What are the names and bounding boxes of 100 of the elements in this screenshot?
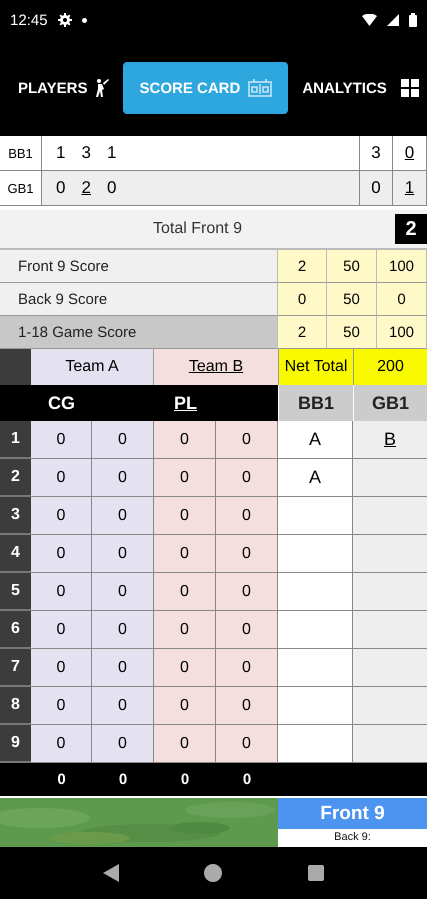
result-cell[interactable] xyxy=(353,687,427,725)
result-cell[interactable]: B xyxy=(353,421,427,459)
result-cell[interactable] xyxy=(278,535,353,573)
result-cell[interactable]: A xyxy=(278,421,353,459)
score-cell: 0 xyxy=(92,497,154,535)
hole-number: 8 xyxy=(0,687,31,725)
total-value: 2 xyxy=(395,214,427,244)
score-cell: 0 xyxy=(216,497,278,535)
score-cell: 0 xyxy=(92,535,154,573)
tab[interactable]: ANALYTICS xyxy=(294,62,395,114)
score-cell: 0 xyxy=(31,459,92,497)
recents-icon[interactable] xyxy=(308,865,324,881)
signal-icon xyxy=(387,14,399,26)
battery-icon xyxy=(409,13,417,27)
score-cell: 0 xyxy=(154,497,216,535)
total-cell: 0 xyxy=(92,763,154,796)
total-value: 3 xyxy=(360,136,393,170)
result-cell[interactable] xyxy=(353,497,427,535)
score-cell: 0 xyxy=(31,725,92,763)
score-cell: 0 xyxy=(31,649,92,687)
result-cell[interactable] xyxy=(278,649,353,687)
hole-number: 6 xyxy=(0,611,31,649)
score-cell: 0 xyxy=(216,459,278,497)
result-cell[interactable] xyxy=(278,725,353,763)
stroke-value: 1 xyxy=(56,143,66,163)
score-cell: 0 xyxy=(31,497,92,535)
tab[interactable]: PLAYERS xyxy=(10,62,118,114)
hole-number: 1 xyxy=(0,421,31,459)
score-cell: 0 xyxy=(216,573,278,611)
hole-number: 9 xyxy=(0,725,31,763)
summary-label: Front 9 Score xyxy=(0,250,278,283)
total-label: Total Front 9 xyxy=(152,220,243,238)
result-cell[interactable]: A xyxy=(278,459,353,497)
score-cell: 0 xyxy=(216,535,278,573)
score-cell: 0 xyxy=(154,573,216,611)
score-cell: 0 xyxy=(92,649,154,687)
summary-cell: 2 xyxy=(278,250,327,283)
result-cell[interactable] xyxy=(353,611,427,649)
score-cell: 0 xyxy=(154,421,216,459)
dot-icon xyxy=(82,18,87,22)
golfer-icon xyxy=(95,78,110,98)
total-cell: 0 xyxy=(216,763,278,796)
result-cell[interactable] xyxy=(353,535,427,573)
wifi-icon xyxy=(362,14,377,26)
result-cell[interactable] xyxy=(353,649,427,687)
net-total-label: Net Total xyxy=(278,349,353,385)
score-cell: 0 xyxy=(31,535,92,573)
stroke-value: 2 xyxy=(81,178,91,198)
grid-icon[interactable] xyxy=(400,79,419,97)
result-cell[interactable] xyxy=(353,725,427,763)
score-cell: 0 xyxy=(92,421,154,459)
stroke-value: 0 xyxy=(106,178,116,198)
hole-number: 5 xyxy=(0,573,31,611)
totals-bar xyxy=(0,763,31,796)
summary-label: Back 9 Score xyxy=(0,283,278,316)
scoreboard-icon xyxy=(248,79,272,97)
score-cell: 0 xyxy=(154,725,216,763)
result-cell[interactable] xyxy=(353,459,427,497)
home-icon[interactable] xyxy=(204,864,222,882)
summary-cell: 2 xyxy=(278,316,327,349)
summary-cell: 0 xyxy=(377,283,427,316)
points-value: 0 xyxy=(393,136,427,170)
score-cell: 0 xyxy=(154,649,216,687)
result-cell[interactable] xyxy=(278,611,353,649)
settings-icon xyxy=(58,13,72,27)
corner-cell xyxy=(0,349,31,385)
team-header: Team B xyxy=(154,349,278,385)
net-total-value: 200 xyxy=(353,349,427,385)
stroke-value: 1 xyxy=(106,143,116,163)
score-cell: 0 xyxy=(216,725,278,763)
summary-cell: 50 xyxy=(327,250,377,283)
player-label: GB1 xyxy=(0,171,42,205)
back-icon[interactable] xyxy=(102,864,119,882)
column-header: GB1 xyxy=(353,385,427,421)
result-cell[interactable] xyxy=(278,497,353,535)
score-cell: 0 xyxy=(216,649,278,687)
result-cell[interactable] xyxy=(278,573,353,611)
stroke-value: 0 xyxy=(56,178,66,198)
hole-number: 2 xyxy=(0,459,31,497)
score-cell: 0 xyxy=(154,459,216,497)
score-cell: 0 xyxy=(92,573,154,611)
column-header: PL xyxy=(154,385,278,421)
score-cell: 0 xyxy=(154,687,216,725)
score-cell: 0 xyxy=(216,611,278,649)
score-cell: 0 xyxy=(92,459,154,497)
score-cell: 0 xyxy=(92,687,154,725)
summary-cell: 50 xyxy=(327,316,377,349)
score-cell: 0 xyxy=(154,535,216,573)
total-cell: 0 xyxy=(31,763,92,796)
result-cell[interactable] xyxy=(353,573,427,611)
corner-cell xyxy=(0,385,31,421)
score-cell: 0 xyxy=(154,611,216,649)
column-header: CG xyxy=(31,385,154,421)
score-cell: 0 xyxy=(31,687,92,725)
summary-cell: 100 xyxy=(377,316,427,349)
column-header: BB1 xyxy=(278,385,353,421)
score-cell: 0 xyxy=(92,725,154,763)
total-cell: 0 xyxy=(154,763,216,796)
team-header: Team A xyxy=(31,349,154,385)
result-cell[interactable] xyxy=(278,687,353,725)
